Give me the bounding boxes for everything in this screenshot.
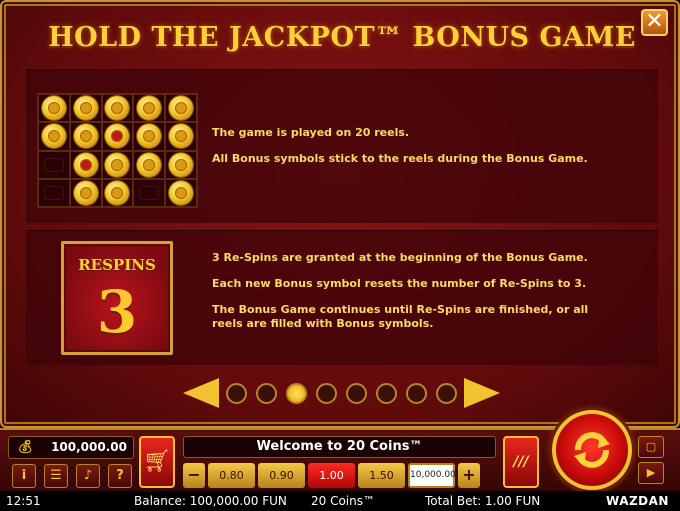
- bet-decrease-button[interactable]: −: [183, 463, 205, 488]
- bonus-coin-icon: [169, 152, 194, 177]
- balance-value: 100,000.00: [51, 440, 127, 454]
- reels-description: The game is played on 20 reels. All Bonu…: [212, 126, 588, 178]
- reels-line-1: The game is played on 20 reels.: [212, 126, 410, 139]
- reels-panel: The game is played on 20 reels. All Bonu…: [26, 69, 658, 223]
- bonus-coin-icon: [169, 180, 194, 205]
- page-dot-active[interactable]: [286, 383, 307, 404]
- page-dot[interactable]: [256, 383, 277, 404]
- bonus-coin-icon: [137, 96, 162, 121]
- empty-reel-symbol: [139, 185, 160, 200]
- reel-cell: [165, 178, 197, 207]
- money-bag-icon: 💰︎: [17, 440, 34, 455]
- respins-badge-number: 3: [96, 278, 138, 346]
- welcome-message: Welcome to 20 Coins™: [183, 436, 496, 458]
- bonus-coin-icon: [105, 96, 130, 121]
- buy-feature-cart-icon[interactable]: 🛒︎: [139, 436, 175, 488]
- reel-cell: [38, 178, 70, 207]
- reel-cell: [101, 94, 134, 123]
- empty-reel-symbol: [43, 185, 64, 200]
- bet-increase-button[interactable]: +: [458, 463, 480, 488]
- page-dot[interactable]: [226, 383, 247, 404]
- respins-panel: RESPINS 3 3 Re-Spins are granted at the …: [26, 230, 658, 365]
- help-button[interactable]: ?: [108, 464, 132, 488]
- autoplay-button[interactable]: ///: [503, 436, 539, 488]
- reel-cell: [101, 150, 134, 179]
- bonus-coin-icon: [41, 124, 66, 149]
- close-button[interactable]: ✕: [641, 9, 668, 36]
- bonus-coin-icon: [137, 152, 162, 177]
- reel-cell: [69, 178, 102, 207]
- bonus-coin-icon: [169, 96, 194, 121]
- reel-cell: [133, 150, 166, 179]
- info-button[interactable]: i: [12, 464, 36, 488]
- spin-button[interactable]: [552, 410, 632, 490]
- page-dot[interactable]: [376, 383, 397, 404]
- respins-badge: RESPINS 3: [61, 241, 173, 355]
- bonus-coin-icon: [137, 124, 162, 149]
- reel-cell: [69, 94, 102, 123]
- page-dots: [226, 383, 457, 404]
- play-fast-icon[interactable]: ▶: [638, 462, 664, 484]
- reel-cell: [38, 150, 70, 179]
- bet-option-max[interactable]: 10,000.00: [408, 463, 456, 488]
- bonus-coin-icon: [41, 96, 66, 121]
- bonus-coin-icon: [105, 124, 130, 149]
- bonus-coin-icon: [105, 180, 130, 205]
- reel-cell: [133, 122, 166, 151]
- page-title: HOLD THE JACKPOT™ BONUS GAME: [48, 22, 636, 53]
- sound-button[interactable]: ♪: [76, 464, 100, 488]
- balance-display: 💰︎ 100,000.00: [8, 436, 134, 459]
- respins-description: 3 Re-Spins are granted at the beginning …: [212, 251, 592, 343]
- reel-cell: [165, 94, 197, 123]
- bet-option[interactable]: 1.50: [358, 463, 405, 488]
- status-game-name: 20 Coins™: [311, 494, 375, 508]
- control-bar: 💰︎ 100,000.00 i ☰ ♪ ? 🛒︎ Welcome to 20 C…: [0, 410, 680, 491]
- reel-cell: [101, 178, 134, 207]
- fullscreen-icon[interactable]: ▢: [638, 436, 664, 458]
- page-dot[interactable]: [406, 383, 427, 404]
- brand-logo: WAZDAN: [606, 494, 669, 508]
- page-dot[interactable]: [316, 383, 337, 404]
- reel-cell: [69, 122, 102, 151]
- prev-page-arrow-icon[interactable]: [183, 378, 219, 408]
- status-balance: Balance: 100,000.00 FUN: [134, 494, 287, 508]
- respins-line-3: The Bonus Game continues until Re-Spins …: [212, 303, 589, 330]
- reel-cell: [101, 122, 134, 151]
- bonus-coin-icon: [73, 96, 98, 121]
- reel-cell: [133, 94, 166, 123]
- page-dot[interactable]: [346, 383, 367, 404]
- reel-cell: [69, 150, 102, 179]
- paytable-frame: HOLD THE JACKPOT™ BONUS GAME ✕ The game …: [0, 0, 680, 428]
- reel-cell: [165, 150, 197, 179]
- clock: 12:51: [6, 494, 41, 508]
- next-page-arrow-icon[interactable]: [464, 378, 500, 408]
- respins-line-1: 3 Re-Spins are granted at the beginning …: [212, 251, 588, 264]
- bet-selector: − 0.80 0.90 1.00 1.50 10,000.00 +: [183, 463, 480, 488]
- bonus-coin-icon: [169, 124, 194, 149]
- respins-badge-title: RESPINS: [78, 256, 156, 274]
- bonus-coin-icon: [105, 152, 130, 177]
- reel-cell: [38, 94, 70, 123]
- bet-option-selected[interactable]: 1.00: [308, 463, 355, 488]
- bet-option[interactable]: 0.80: [208, 463, 255, 488]
- bet-option[interactable]: 0.90: [258, 463, 305, 488]
- bonus-coin-icon: [73, 124, 98, 149]
- status-total-bet: Total Bet: 1.00 FUN: [425, 494, 541, 508]
- page-dot[interactable]: [436, 383, 457, 404]
- respins-line-2: Each new Bonus symbol resets the number …: [212, 277, 587, 290]
- spin-arrows-icon: [574, 432, 610, 468]
- status-bar: 12:51 Balance: 100,000.00 FUN 20 Coins™ …: [0, 491, 680, 511]
- bonus-coin-icon: [73, 180, 98, 205]
- reels-grid-illustration: [37, 93, 198, 208]
- reel-cell: [133, 178, 166, 207]
- empty-reel-symbol: [43, 157, 64, 172]
- reel-cell: [38, 122, 70, 151]
- bonus-coin-icon: [73, 152, 98, 177]
- reels-line-2: All Bonus symbols stick to the reels dur…: [212, 152, 588, 165]
- reel-cell: [165, 122, 197, 151]
- menu-button[interactable]: ☰: [44, 464, 68, 488]
